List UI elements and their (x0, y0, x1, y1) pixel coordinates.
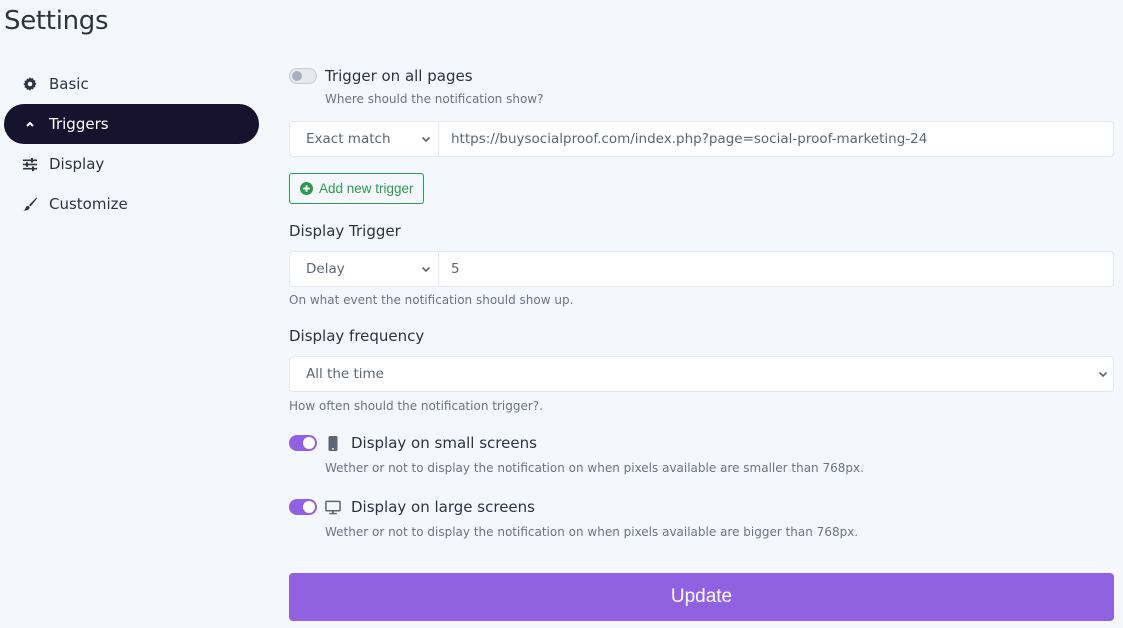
chevron-down-icon (421, 136, 431, 143)
sidebar-item-label: Basic (49, 75, 89, 93)
display-frequency-label: Display frequency (289, 327, 425, 345)
sidebar-item-label: Triggers (49, 115, 109, 133)
mobile-icon (325, 435, 341, 451)
gear-icon (22, 76, 38, 92)
large-screens-label: Display on large screens (351, 498, 535, 516)
small-screens-help: Wether or not to display the notificatio… (325, 461, 864, 475)
match-type-value: Exact match (306, 131, 391, 147)
sidebar-item-customize[interactable]: Customize (4, 184, 259, 224)
plus-circle-icon (300, 182, 313, 195)
display-trigger-group: Delay 5 (289, 251, 1114, 287)
display-frequency-help: How often should the notification trigge… (289, 399, 543, 413)
large-screens-help: Wether or not to display the notificatio… (325, 525, 859, 539)
large-screens-row: Display on large screens (289, 495, 1114, 519)
sidebar-item-basic[interactable]: Basic (4, 64, 259, 104)
sidebar-item-display[interactable]: Display (4, 144, 259, 184)
add-new-trigger-label: Add new trigger (319, 181, 414, 196)
desktop-icon (325, 500, 341, 515)
display-trigger-help: On what event the notification should sh… (289, 293, 574, 307)
display-trigger-type-select[interactable]: Delay (289, 251, 439, 287)
display-trigger-label: Display Trigger (289, 222, 401, 240)
trigger-all-pages-row: Trigger on all pages (289, 64, 1114, 88)
chevron-down-icon (421, 266, 431, 273)
display-frequency-value: All the time (306, 366, 384, 382)
trigger-url-input[interactable]: https://buysocialproof.com/index.php?pag… (439, 121, 1114, 157)
paintbrush-icon (22, 196, 38, 212)
page-title: Settings (4, 6, 109, 36)
triggers-panel: Trigger on all pages Where should the no… (289, 64, 1114, 539)
display-frequency-select[interactable]: All the time (289, 356, 1114, 392)
trigger-all-pages-label: Trigger on all pages (325, 67, 473, 85)
trigger-all-pages-toggle[interactable] (289, 68, 317, 84)
settings-sidebar: Basic Triggers Display Customize (4, 64, 259, 224)
trigger-all-pages-help: Where should the notification show? (325, 92, 544, 106)
add-new-trigger-button[interactable]: Add new trigger (289, 173, 424, 204)
update-button[interactable]: Update (289, 573, 1114, 621)
display-trigger-value-input[interactable]: 5 (439, 251, 1114, 287)
small-screens-label: Display on small screens (351, 434, 537, 452)
display-trigger-type-value: Delay (306, 261, 345, 277)
trigger-rule: Exact match https://buysocialproof.com/i… (289, 121, 1114, 157)
chevron-down-icon (1098, 371, 1108, 378)
chevron-up-icon (22, 116, 38, 132)
sidebar-item-label: Customize (49, 195, 128, 213)
sliders-icon (22, 156, 38, 172)
sidebar-item-triggers[interactable]: Triggers (4, 104, 259, 144)
sidebar-item-label: Display (49, 155, 105, 173)
small-screens-row: Display on small screens (289, 431, 1114, 455)
small-screens-toggle[interactable] (289, 435, 317, 451)
match-type-select[interactable]: Exact match (289, 121, 439, 157)
large-screens-toggle[interactable] (289, 499, 317, 515)
